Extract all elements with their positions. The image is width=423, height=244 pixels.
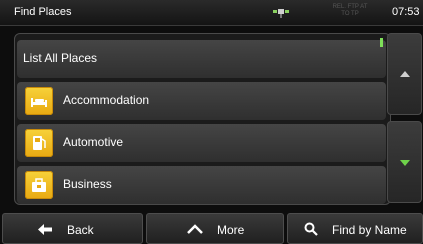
- scroll-up-button[interactable]: [387, 33, 422, 115]
- clock: 07:53: [392, 6, 420, 18]
- list-item-label: Automotive: [63, 135, 124, 149]
- bottom-toolbar: Back More Find by Name: [0, 213, 423, 244]
- satellite-icon: [273, 9, 289, 18]
- briefcase-icon: [25, 171, 53, 199]
- screen-title: Find Places: [14, 6, 72, 18]
- list-item-accommodation[interactable]: Accommodation: [17, 82, 386, 120]
- gps-info: REL. FTP AT TO TP: [332, 4, 368, 17]
- chevron-up-icon: [187, 224, 203, 234]
- list-item-label: List All Places: [23, 51, 98, 65]
- more-button-label: More: [217, 223, 245, 237]
- search-icon: [304, 222, 318, 236]
- list-item-label: Accommodation: [63, 93, 150, 107]
- places-list: List All Places Accommodation Automotive: [14, 33, 391, 205]
- triangle-up-icon: [400, 71, 410, 77]
- scroll-controls: [386, 33, 423, 205]
- status-bar: Find Places REL. FTP AT TO TP 07:53: [0, 0, 423, 26]
- list-item-business[interactable]: Business: [17, 166, 386, 204]
- find-by-name-button[interactable]: Find by Name: [287, 213, 423, 244]
- list-item-automotive[interactable]: Automotive: [17, 124, 386, 162]
- triangle-down-icon: [400, 160, 410, 166]
- scroll-down-button[interactable]: [387, 121, 422, 203]
- back-button-label: Back: [67, 223, 94, 237]
- back-button[interactable]: Back: [2, 213, 143, 244]
- list-item-list-all-places[interactable]: List All Places: [17, 40, 386, 78]
- fuel-pump-icon: [25, 129, 53, 157]
- list-item-label: Business: [63, 177, 112, 191]
- bed-icon: [25, 87, 53, 115]
- scroll-position-marker: [380, 38, 383, 47]
- find-by-name-button-label: Find by Name: [332, 223, 407, 237]
- arrow-left-icon: [38, 224, 52, 235]
- more-button[interactable]: More: [146, 213, 284, 244]
